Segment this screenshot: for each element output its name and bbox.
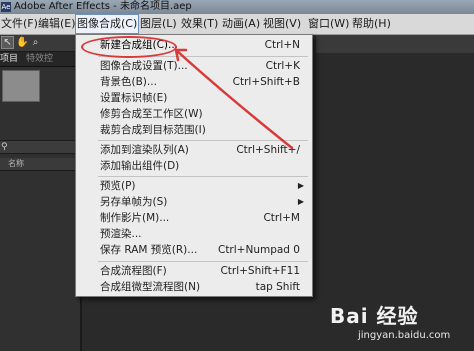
annotation-arrow <box>174 48 294 150</box>
watermark-url: jingyan.baidu.com <box>358 330 451 341</box>
annotation-arrow-overlay <box>174 48 294 150</box>
baidu-jingyan-watermark: Bai 经验 jingyan.baidu.com <box>330 300 470 350</box>
watermark-logo: Bai 经验 <box>330 304 419 328</box>
